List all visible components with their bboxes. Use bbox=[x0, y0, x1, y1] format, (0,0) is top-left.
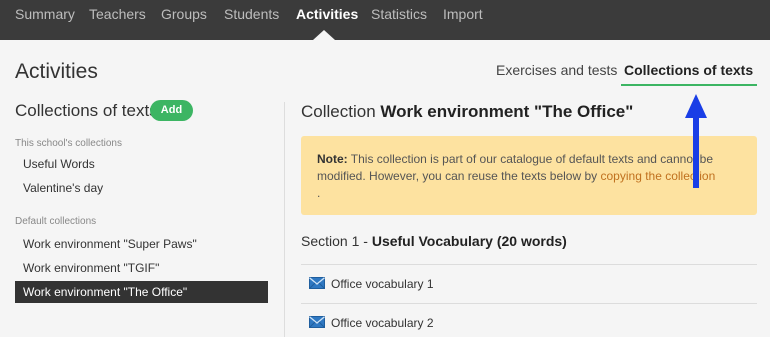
school-collections-group-label: This school's collections bbox=[15, 138, 122, 149]
nav-activities[interactable]: Activities bbox=[296, 6, 358, 22]
nav-students[interactable]: Students bbox=[224, 6, 279, 22]
section-title: Section 1 - Useful Vocabulary (20 words) bbox=[301, 233, 567, 249]
sidebar-item-tgif[interactable]: Work environment "TGIF" bbox=[15, 257, 268, 279]
nav-teachers[interactable]: Teachers bbox=[89, 6, 146, 22]
sidebar-item-valentines-day[interactable]: Valentine's day bbox=[15, 177, 268, 199]
page-title: Activities bbox=[15, 60, 98, 83]
envelope-icon bbox=[309, 316, 325, 328]
section-name: Useful Vocabulary (20 words) bbox=[371, 233, 567, 249]
column-divider bbox=[284, 102, 285, 337]
nav-groups[interactable]: Groups bbox=[161, 6, 207, 22]
arrow-up-icon bbox=[685, 94, 707, 188]
collection-title: Collection Work environment "The Office" bbox=[301, 102, 633, 122]
nav-import[interactable]: Import bbox=[443, 6, 483, 22]
text-item-label: Office vocabulary 2 bbox=[331, 316, 434, 330]
tab-collections-of-texts[interactable]: Collections of texts bbox=[624, 62, 753, 78]
top-navigation: Summary Teachers Groups Students Activit… bbox=[0, 0, 770, 40]
collection-title-prefix: Collection bbox=[301, 102, 376, 121]
add-collection-button[interactable]: Add bbox=[150, 100, 193, 121]
nav-summary[interactable]: Summary bbox=[15, 6, 75, 22]
sidebar-item-super-paws[interactable]: Work environment "Super Paws" bbox=[15, 233, 268, 255]
sidebar-heading: Collections of texts bbox=[15, 101, 158, 120]
text-item-label: Office vocabulary 1 bbox=[331, 277, 434, 291]
note-label: Note: bbox=[317, 152, 348, 166]
sidebar-item-useful-words[interactable]: Useful Words bbox=[15, 153, 268, 175]
envelope-icon bbox=[309, 277, 325, 289]
default-collections-group-label: Default collections bbox=[15, 216, 97, 227]
note-suffix: . bbox=[317, 186, 321, 200]
active-nav-caret bbox=[313, 30, 335, 40]
list-item[interactable]: Office vocabulary 1 bbox=[301, 264, 757, 302]
tab-exercises-and-tests[interactable]: Exercises and tests bbox=[496, 62, 617, 78]
nav-statistics[interactable]: Statistics bbox=[371, 6, 427, 22]
sidebar-item-the-office[interactable]: Work environment "The Office" bbox=[15, 281, 268, 303]
list-item[interactable]: Office vocabulary 2 bbox=[301, 303, 757, 337]
section-prefix: Section 1 - bbox=[301, 233, 368, 249]
active-tab-underline bbox=[621, 84, 757, 86]
collection-title-name: Work environment "The Office" bbox=[380, 102, 634, 121]
